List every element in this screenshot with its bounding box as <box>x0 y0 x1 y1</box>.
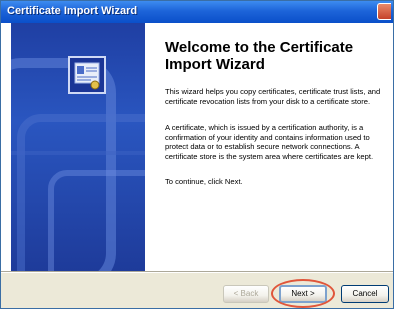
wizard-window: Certificate Import Wizard Welcome to the… <box>0 0 394 309</box>
wizard-heading: Welcome to the Certificate Import Wizard <box>165 39 354 73</box>
certificate-icon <box>68 56 106 94</box>
back-button[interactable]: < Back <box>223 285 269 303</box>
window-title: Certificate Import Wizard <box>7 5 138 17</box>
certificate-description: A certificate, which is issued by a cert… <box>165 123 374 161</box>
wizard-content: Welcome to the Certificate Import Wizard… <box>1 23 393 271</box>
button-separator <box>1 271 393 273</box>
title-bar[interactable]: Certificate Import Wizard <box>1 1 393 23</box>
close-icon[interactable] <box>377 3 391 20</box>
wizard-banner <box>11 23 145 271</box>
next-button[interactable]: Next > <box>279 285 327 303</box>
cancel-button[interactable]: Cancel <box>341 285 389 303</box>
banner-graphic <box>11 56 145 271</box>
intro-paragraph: This wizard helps you copy certificates,… <box>165 87 381 106</box>
continue-instruction: To continue, click Next. <box>165 177 243 186</box>
